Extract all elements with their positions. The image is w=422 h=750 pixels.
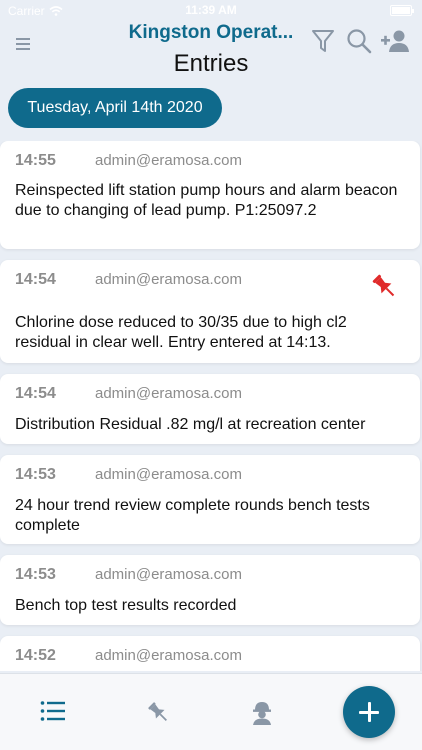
entry-card[interactable]: 14:53 admin@eramosa.com 24 hour trend re…: [0, 455, 420, 544]
entry-author: admin@eramosa.com: [95, 271, 242, 288]
entry-author: admin@eramosa.com: [95, 566, 242, 583]
entry-card[interactable]: 14:54 admin@eramosa.com Chlorine dose re…: [0, 260, 420, 363]
entry-card[interactable]: 14:53 admin@eramosa.com Bench top test r…: [0, 555, 420, 625]
entry-card[interactable]: 14:52 admin@eramosa.com: [0, 636, 420, 671]
entry-time: 14:55: [15, 152, 56, 169]
list-icon[interactable]: [40, 700, 66, 722]
entry-time: 14:54: [15, 271, 56, 288]
battery-icon: [390, 5, 414, 16]
pin-icon[interactable]: [145, 700, 173, 726]
worker-icon[interactable]: [250, 700, 274, 726]
add-entry-button[interactable]: [343, 686, 395, 738]
entry-text: Reinspected lift station pump hours and …: [15, 182, 398, 219]
entry-text: Chlorine dose reduced to 30/35 due to hi…: [15, 314, 347, 351]
entry-author: admin@eramosa.com: [95, 647, 242, 664]
status-time: 11:39 AM: [185, 3, 237, 17]
entry-time: 14:52: [15, 647, 56, 664]
entry-card[interactable]: 14:54 admin@eramosa.com Distribution Res…: [0, 374, 420, 444]
entry-text: 24 hour trend review complete rounds ben…: [15, 497, 370, 534]
entries-list: 14:55 admin@eramosa.com Reinspected lift…: [0, 141, 422, 671]
date-label: Tuesday, April 14th 2020: [27, 99, 203, 116]
entry-time: 14:54: [15, 385, 56, 402]
entry-card[interactable]: 14:55 admin@eramosa.com Reinspected lift…: [0, 141, 420, 249]
pin-icon[interactable]: [370, 272, 400, 302]
entry-author: admin@eramosa.com: [95, 152, 242, 169]
entry-author: admin@eramosa.com: [95, 385, 242, 402]
entry-text: Bench top test results recorded: [15, 597, 237, 614]
entry-time: 14:53: [15, 566, 56, 583]
header: Kingston Operat... Entries: [0, 18, 422, 88]
entry-time: 14:53: [15, 466, 56, 483]
entry-author: admin@eramosa.com: [95, 466, 242, 483]
date-selector[interactable]: Tuesday, April 14th 2020: [8, 88, 222, 128]
filter-icon[interactable]: [311, 28, 335, 54]
entry-text: Distribution Residual .82 mg/l at recrea…: [15, 416, 366, 433]
plus-icon: [359, 702, 379, 722]
add-user-icon[interactable]: [380, 28, 412, 54]
search-icon[interactable]: [346, 28, 372, 54]
page-title: Entries: [173, 50, 249, 77]
